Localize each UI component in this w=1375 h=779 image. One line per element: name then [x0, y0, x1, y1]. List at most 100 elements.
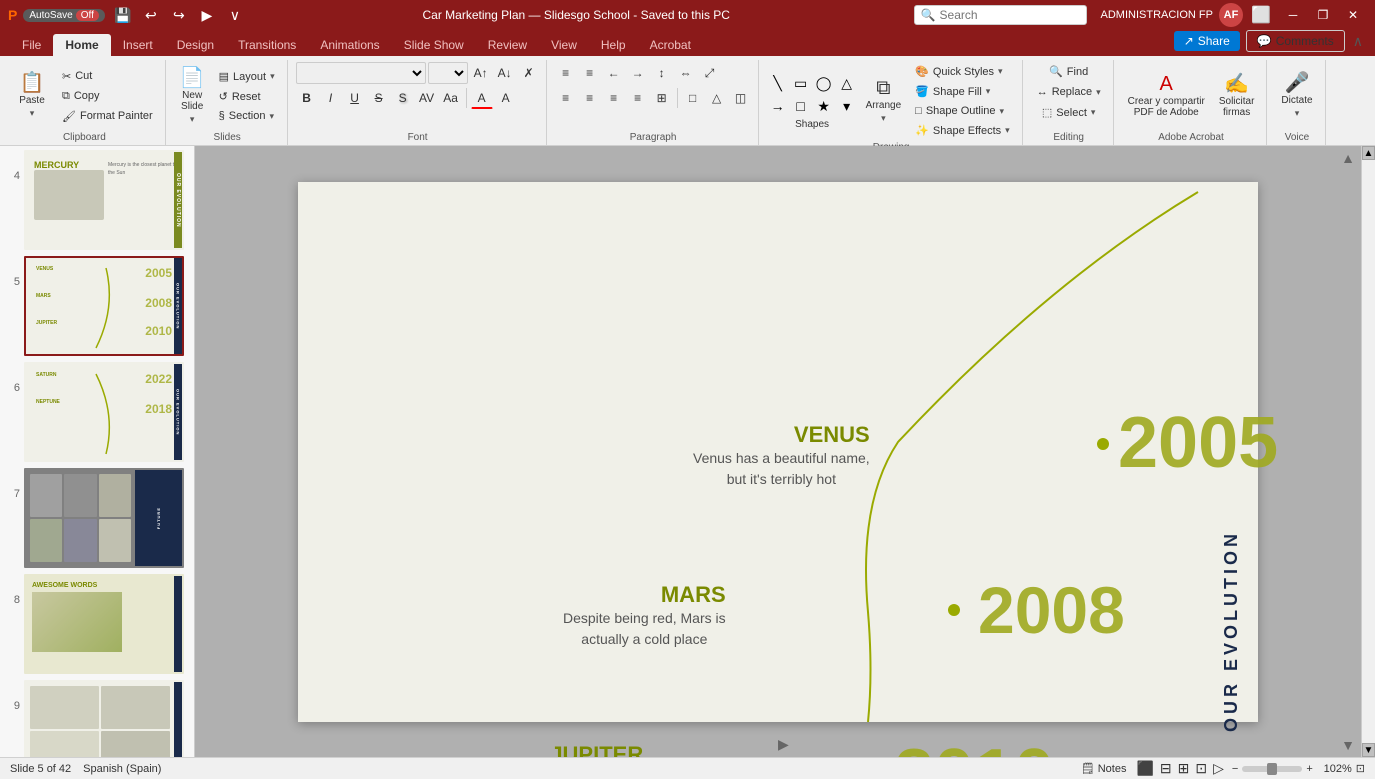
reading-view-button[interactable]: ▷ [1213, 760, 1224, 777]
slide-item-4[interactable]: 4 MERCURY Mercury is the closest planet … [4, 150, 190, 250]
strikethrough-button[interactable]: S [368, 87, 390, 109]
copy-button[interactable]: ⧉ Copy [56, 87, 159, 106]
scroll-down-button[interactable]: ▼ [1341, 737, 1355, 753]
normal-view-button[interactable]: ⬛ [1136, 760, 1153, 777]
slide-thumb-7[interactable]: FUTURE [24, 468, 184, 568]
text-shadow-button[interactable]: S [392, 87, 414, 109]
user-avatar[interactable]: AF [1219, 3, 1243, 27]
share-button[interactable]: ↗ Share [1174, 31, 1240, 51]
slide-thumb-5[interactable]: 2005 2008 2010 VENUS MARS JUPITER OUR EV… [24, 256, 184, 356]
tab-review[interactable]: Review [476, 34, 539, 56]
slide-thumb-8[interactable]: AWESOME WORDS [24, 574, 184, 674]
slide-item-6[interactable]: 6 2022 2018 SATURN NEPTUNE OUR EVOLUTION [4, 362, 190, 462]
layout-button[interactable]: ▤ Layout ▾ [213, 67, 281, 86]
columns-button[interactable]: ⊞ [651, 87, 673, 109]
scroll-right-button[interactable]: ▶ [778, 736, 789, 753]
highlight-color-button[interactable]: A [495, 87, 517, 109]
scroll-up-button[interactable]: ▲ [1341, 150, 1355, 166]
change-case-button[interactable]: Aa [440, 87, 462, 109]
replace-button[interactable]: ↔ Replace ▾ [1031, 83, 1107, 101]
quick-styles-button[interactable]: 🎨 Quick Styles ▾ [909, 62, 1016, 81]
bullet-list-button[interactable]: ≡ [555, 62, 577, 84]
decrease-font-button[interactable]: A↓ [494, 62, 516, 84]
clear-format-button[interactable]: ✗ [518, 62, 540, 84]
slide-sorter-button[interactable]: ⊞ [1178, 760, 1190, 777]
select-button[interactable]: ⬚ Select ▾ [1036, 103, 1102, 122]
underline-button[interactable]: U [344, 87, 366, 109]
comments-button[interactable]: 💬 Comments [1246, 30, 1345, 52]
reset-button[interactable]: ↺ Reset [213, 87, 281, 106]
tab-file[interactable]: File [10, 34, 53, 56]
align-left-button[interactable]: ≡ [555, 87, 577, 109]
align-center-button[interactable]: ≡ [579, 87, 601, 109]
ribbon-display-icon[interactable]: ⬜ [1249, 3, 1273, 27]
text-box-button[interactable]: □ [682, 87, 704, 109]
slide-thumb-4[interactable]: MERCURY Mercury is the closest planet to… [24, 150, 184, 250]
slide-item-7[interactable]: 7 FUTURE [4, 468, 190, 568]
search-box[interactable]: 🔍 [914, 5, 1087, 25]
slide-item-5[interactable]: 5 2005 2008 2010 VENUS MARS JUPITER OUR … [4, 256, 190, 356]
tab-design[interactable]: Design [165, 34, 226, 56]
new-slide-button[interactable]: 📄 NewSlide ▾ [174, 64, 211, 129]
zoom-out-button[interactable]: − [1232, 763, 1238, 775]
tab-insert[interactable]: Insert [111, 34, 165, 56]
tab-transitions[interactable]: Transitions [226, 34, 308, 56]
justify-button[interactable]: ≡ [627, 87, 649, 109]
shape-outline-button[interactable]: □ Shape Outline ▾ [909, 102, 1016, 120]
shadow-para-button[interactable]: ◫ [730, 87, 752, 109]
find-button[interactable]: 🔍 Find [1043, 62, 1094, 81]
bold-button[interactable]: B [296, 87, 318, 109]
font-size-select[interactable] [428, 62, 468, 84]
italic-button[interactable]: I [320, 87, 342, 109]
tab-home[interactable]: Home [53, 34, 110, 56]
font-color-button[interactable]: A [471, 87, 493, 109]
scroll-bottom-button[interactable]: ▼ [1362, 743, 1375, 757]
slide-item-8[interactable]: 8 AWESOME WORDS [4, 574, 190, 674]
shape-effects-button[interactable]: ✨ Shape Effects ▾ [909, 121, 1016, 140]
shape-star[interactable]: ★ [813, 95, 835, 117]
redo-icon[interactable]: ↪ [167, 3, 191, 27]
cut-button[interactable]: ✂ Cut [56, 67, 159, 86]
smart-art-button[interactable]: ⤢ [699, 62, 721, 84]
char-spacing-button[interactable]: AV [416, 87, 438, 109]
slide-thumb-9[interactable] [24, 680, 184, 757]
restore-button[interactable]: ❐ [1309, 3, 1337, 27]
collapse-ribbon-button[interactable]: ∧ [1351, 31, 1365, 52]
close-button[interactable]: ✕ [1339, 3, 1367, 27]
paste-button[interactable]: 📋 Paste ▾ [10, 69, 54, 123]
slide-canvas[interactable]: VENUS Venus has a beautiful name, but it… [298, 182, 1258, 722]
arrange-button[interactable]: ⧉ Arrange ▾ [860, 74, 908, 128]
line-spacing-button[interactable]: ↕ [651, 62, 673, 84]
tab-help[interactable]: Help [589, 34, 638, 56]
scroll-top-button[interactable]: ▲ [1362, 146, 1375, 160]
search-input[interactable] [940, 8, 1080, 22]
section-button[interactable]: § Section ▾ [213, 107, 281, 125]
tab-acrobat[interactable]: Acrobat [638, 34, 703, 56]
present-icon[interactable]: ▶ [195, 3, 219, 27]
notes-button[interactable]: 🗒 Notes [1077, 762, 1131, 775]
undo-icon[interactable]: ↩ [139, 3, 163, 27]
shape-triangle[interactable]: △ [836, 72, 858, 94]
fit-window-button[interactable]: ⊡ [1356, 762, 1365, 775]
tab-slideshow[interactable]: Slide Show [392, 34, 476, 56]
dictate-button[interactable]: 🎤 Dictate ▾ [1275, 69, 1318, 123]
font-family-select[interactable] [296, 62, 426, 84]
numbered-list-button[interactable]: ≡ [579, 62, 601, 84]
create-pdf-button[interactable]: A Crear y compartirPDF de Adobe [1122, 70, 1211, 122]
align-right-button[interactable]: ≡ [603, 87, 625, 109]
tab-view[interactable]: View [539, 34, 589, 56]
notes-view-button[interactable]: ⊡ [1195, 760, 1207, 777]
shape-rect[interactable]: ▭ [790, 72, 812, 94]
tab-animations[interactable]: Animations [308, 34, 391, 56]
shape-arrow[interactable]: → [767, 95, 789, 117]
decrease-indent-button[interactable]: ← [603, 62, 625, 84]
increase-indent-button[interactable]: → [627, 62, 649, 84]
zoom-slider[interactable] [1242, 766, 1302, 772]
autosave-toggle[interactable]: AutoSave Off [23, 9, 105, 22]
shape-fill-para-button[interactable]: △ [706, 87, 728, 109]
outline-view-button[interactable]: ⊟ [1160, 760, 1172, 777]
slide-item-9[interactable]: 9 [4, 680, 190, 757]
minimize-button[interactable]: ─ [1279, 3, 1307, 27]
increase-font-button[interactable]: A↑ [470, 62, 492, 84]
shape-fill-button[interactable]: 🪣 Shape Fill ▾ [909, 82, 1016, 101]
